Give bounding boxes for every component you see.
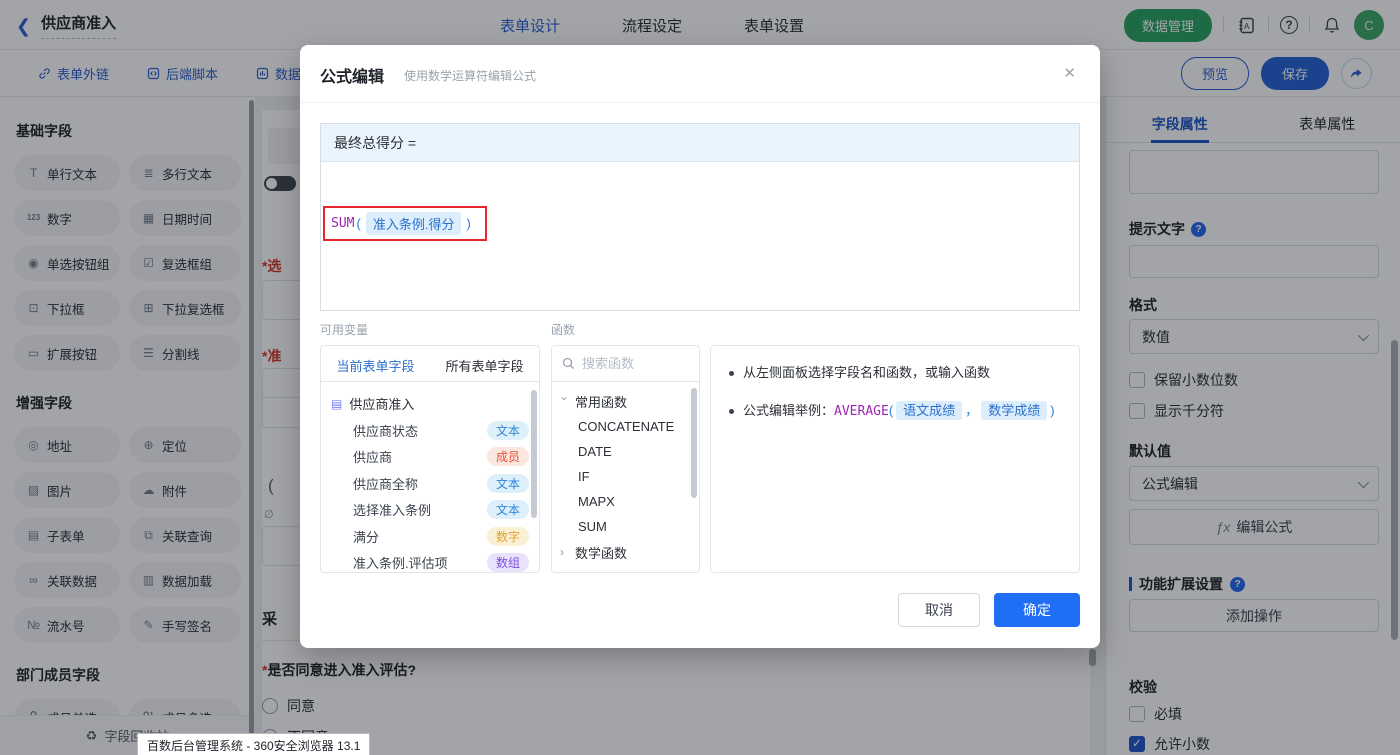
variables-scrollbar[interactable]	[531, 390, 537, 518]
function-group-math[interactable]: ›数学函数	[552, 539, 699, 565]
caret-right-icon: ›	[560, 571, 569, 573]
formula-target: 最终总得分 =	[321, 124, 1079, 162]
variable-row[interactable]: 供应商全称文本	[331, 470, 529, 497]
type-badge: 数字	[487, 527, 529, 546]
help-pane: 从左侧面板选择字段名和函数，或输入函数 公式编辑举例：AVERAGE(语文成绩，…	[710, 345, 1080, 573]
modal-subtitle: 使用数学运算符编辑公式	[404, 67, 536, 84]
variable-row[interactable]: 供应商状态文本	[331, 417, 529, 444]
function-item-sum[interactable]: SUM	[552, 514, 699, 539]
tab-current-form-fields[interactable]: 当前表单字段	[321, 346, 430, 381]
type-badge: 成员	[487, 447, 529, 466]
function-name: SUM	[331, 216, 354, 231]
caret-right-icon: ›	[560, 545, 569, 559]
variable-tree-root[interactable]: ▤供应商准入	[331, 390, 529, 417]
example-function-name: AVERAGE	[834, 404, 889, 419]
function-search-input[interactable]	[582, 356, 682, 371]
function-item-mapx[interactable]: MAPX	[552, 489, 699, 514]
modal-title: 公式编辑	[320, 63, 384, 87]
variables-pane-label: 可用变量	[320, 321, 368, 338]
functions-scrollbar[interactable]	[691, 388, 697, 498]
bullet-icon	[729, 371, 734, 376]
variable-row[interactable]: 准入条例.评估项数组	[331, 550, 529, 574]
variable-row[interactable]: 供应商成员	[331, 444, 529, 471]
help-tip-1: 从左侧面板选择字段名和函数，或输入函数	[729, 362, 1061, 384]
formula-expression-highlight[interactable]: SUM(准入条例.得分)	[323, 206, 487, 241]
variables-pane: 当前表单字段 所有表单字段 ▤供应商准入 供应商状态文本 供应商成员 供应商全称…	[320, 345, 540, 573]
formula-edit-modal: 公式编辑 使用数学运算符编辑公式 ✕ 最终总得分 = SUM(准入条例.得分) …	[300, 45, 1100, 648]
function-item-if[interactable]: IF	[552, 464, 699, 489]
function-group-common[interactable]: ›常用函数	[552, 388, 699, 414]
type-badge: 文本	[487, 500, 529, 519]
function-group-text[interactable]: ›文本函数	[552, 565, 699, 573]
variable-row[interactable]: 选择准入条例文本	[331, 497, 529, 524]
field-chip[interactable]: 准入条例.得分	[366, 212, 462, 235]
function-item-concatenate[interactable]: CONCATENATE	[552, 414, 699, 439]
confirm-button[interactable]: 确定	[994, 593, 1080, 627]
type-badge: 文本	[487, 474, 529, 493]
formula-editor[interactable]: 最终总得分 = SUM(准入条例.得分)	[320, 123, 1080, 311]
close-icon[interactable]: ✕	[1063, 64, 1076, 82]
bullet-icon	[729, 409, 734, 414]
tab-all-form-fields[interactable]: 所有表单字段	[430, 346, 539, 381]
functions-pane: ›常用函数 CONCATENATE DATE IF MAPX SUM ›数学函数…	[551, 345, 700, 573]
caret-down-icon: ›	[558, 397, 572, 406]
example-field-chip: 语文成绩	[896, 401, 962, 420]
function-item-date[interactable]: DATE	[552, 439, 699, 464]
document-icon: ▤	[331, 397, 342, 411]
type-badge: 文本	[487, 421, 529, 440]
search-icon	[562, 357, 575, 370]
type-badge: 数组	[487, 553, 529, 572]
example-field-chip: 数学成绩	[981, 401, 1047, 420]
functions-pane-label: 函数	[551, 321, 575, 338]
browser-status-tooltip: 百数后台管理系统 - 360安全浏览器 13.1	[137, 733, 370, 755]
cancel-button[interactable]: 取消	[898, 593, 980, 627]
variable-row[interactable]: 满分数字	[331, 523, 529, 550]
help-tip-2: 公式编辑举例：AVERAGE(语文成绩，数学成绩)	[729, 400, 1061, 423]
modal-header: 公式编辑 使用数学运算符编辑公式 ✕	[300, 45, 1100, 103]
